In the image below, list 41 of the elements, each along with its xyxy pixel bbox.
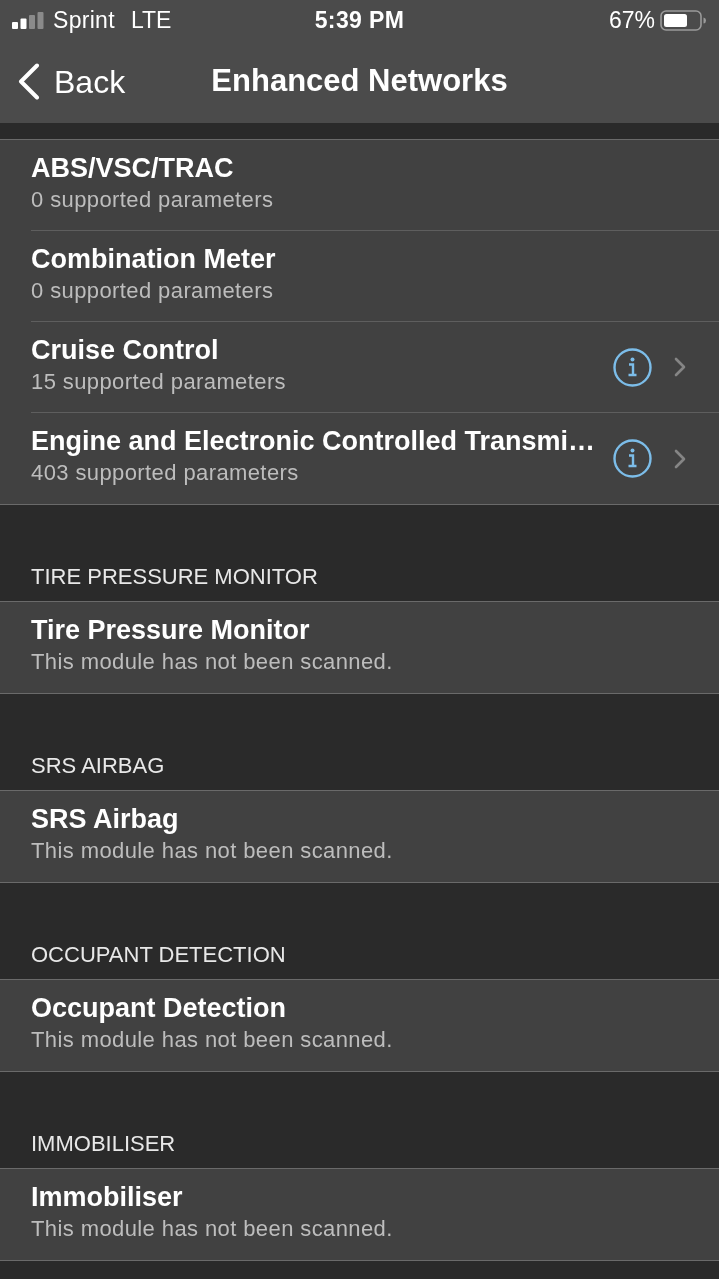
list-row[interactable]: Cruise Control 15 supported parameters (0, 322, 719, 413)
network-type: LTE (130, 5, 172, 35)
info-button[interactable] (613, 439, 652, 478)
chevron-left-icon (18, 63, 40, 100)
row-subtitle: This module has not been scanned. (31, 648, 394, 675)
list-row[interactable]: Tire Pressure Monitor This module has not been scanned. (0, 602, 719, 693)
list-row[interactable]: SRS Airbag This module has not been scanned. (0, 791, 719, 882)
row-subtitle: 403 supported parameters (31, 459, 300, 486)
row-title: ABS/VSC/TRAC (31, 152, 235, 184)
row-subtitle: 15 supported parameters (31, 368, 287, 395)
list-row[interactable]: ABS/VSC/TRAC 0 supported parameters (0, 140, 719, 231)
list-row[interactable]: Occupant Detection This module has not been scanned. (0, 980, 719, 1071)
row-subtitle: This module has not been scanned. (31, 837, 394, 864)
row-title: Combination Meter (31, 243, 277, 275)
row-title: Immobiliser (31, 1181, 184, 1213)
carrier-name: Sprint (53, 5, 115, 35)
info-button[interactable] (613, 347, 652, 387)
row-subtitle: This module has not been scanned. (31, 1026, 394, 1053)
row-title: Engine and Electronic Controlled Transmi… (31, 425, 597, 457)
section-header: SRS AIRBAG (31, 753, 165, 779)
status-time: 5:39 PM (314, 5, 405, 35)
section-header: IMMOBILISER (31, 1131, 176, 1157)
section-header: TIRE PRESSURE MONITOR (31, 564, 318, 590)
back-button[interactable]: Back (18, 57, 126, 106)
signal-bars-icon (12, 11, 44, 29)
chevron-right-icon (674, 357, 686, 377)
battery-icon (660, 9, 707, 31)
list-row[interactable]: Combination Meter 0 supported parameters (0, 231, 719, 322)
row-subtitle: 0 supported parameters (31, 277, 275, 304)
list-row[interactable]: Engine and Electronic Controlled Transmi… 403 supported parameters (0, 413, 719, 504)
row-title: Tire Pressure Monitor (31, 614, 311, 646)
row-title: Occupant Detection (31, 992, 288, 1024)
row-title: SRS Airbag (31, 803, 180, 835)
row-subtitle: 0 supported parameters (31, 186, 275, 213)
battery-percent: 67% (608, 5, 655, 35)
row-title: Cruise Control (31, 334, 220, 366)
section-header: OCCUPANT DETECTION (31, 942, 286, 968)
list-row[interactable]: Immobiliser This module has not been scanned. (0, 1169, 719, 1260)
chevron-right-icon (674, 448, 686, 469)
row-subtitle: This module has not been scanned. (31, 1215, 394, 1242)
page-title: Enhanced Networks (211, 62, 508, 101)
